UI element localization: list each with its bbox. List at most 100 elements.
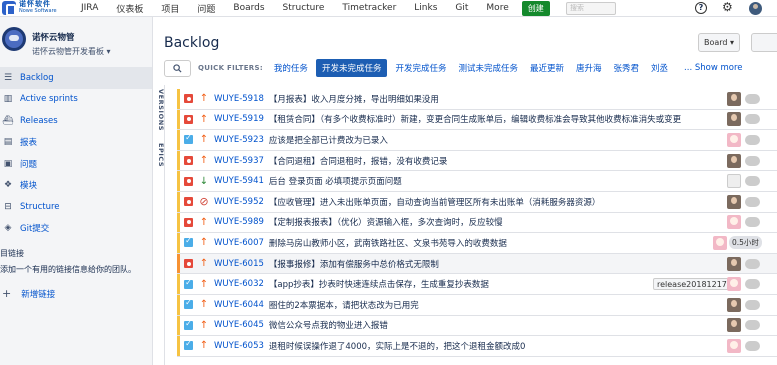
estimate-toggle[interactable] <box>745 196 760 207</box>
issue-row[interactable]: ↑ WUYE-5919 【租赁合同】（有多个收费标准时）新建，变更合同生成账单后，编… <box>177 109 777 131</box>
assignee-avatar[interactable] <box>727 277 741 292</box>
sidebar-item[interactable]: ❖ 模块 <box>0 175 152 197</box>
issue-key-link[interactable]: WUYE-6007 <box>214 238 264 248</box>
help-icon[interactable]: ? <box>695 2 707 14</box>
filter-search-button[interactable] <box>164 59 191 77</box>
more-actions-button[interactable] <box>751 33 777 52</box>
estimate-toggle[interactable] <box>745 155 760 166</box>
issue-row[interactable]: ↑ WUYE-5923 应该是把全部已计费改为已录入 <box>177 130 777 151</box>
issue-row[interactable]: ↑ WUYE-6007 删除马房山教师小区，武南铁路社区、文泉书苑导入的收费数据 0.… <box>177 233 777 254</box>
sidebar-item[interactable]: ⛴ Releases <box>0 110 152 132</box>
show-more-filters-link[interactable]: ... Show more <box>684 63 742 73</box>
quick-filter[interactable]: 最近更新 <box>526 60 568 76</box>
issue-row[interactable]: ↑ WUYE-6053 退租时候误操作退了4000，实际上是不退的，把这个退租金额改… <box>177 336 777 357</box>
estimate-toggle[interactable] <box>745 93 760 104</box>
issue-summary: 删除马房山教师小区，武南铁路社区、文泉书苑导入的收费数据 <box>268 238 507 249</box>
issue-summary: 圈住的2本票据本，请把状态改为已用完 <box>268 300 419 311</box>
sidebar-item[interactable]: ☰ Backlog <box>0 67 152 89</box>
issue-key-link[interactable]: WUYE-5937 <box>214 156 264 166</box>
versions-tab[interactable]: VERSIONS <box>154 89 165 131</box>
issue-row[interactable]: ⊘ WUYE-5952 【应收管理】进入未出账单页面，自动查询当前管理区所有未出账单… <box>177 191 777 213</box>
quick-filter[interactable]: 开发未完成任务 <box>315 59 388 77</box>
quick-filter[interactable]: 唐升海 <box>572 60 606 76</box>
issue-key-link[interactable]: WUYE-6032 <box>214 279 264 289</box>
nav-item[interactable]: Boards <box>224 3 273 13</box>
issue-key-link[interactable]: WUYE-6045 <box>214 320 264 330</box>
sidebar-item[interactable]: ▤ 报表 <box>0 132 152 154</box>
issue-row[interactable]: ↑ WUYE-6044 圈住的2本票据本，请把状态改为已用完 <box>177 294 777 316</box>
nav-item[interactable]: Timetracker <box>333 3 405 13</box>
quick-filter[interactable]: 我的任务 <box>270 60 312 76</box>
quick-filter[interactable]: 开发完成任务 <box>391 60 450 76</box>
board-selector[interactable]: 诺怀云物管开发看板 ▾ <box>32 46 111 57</box>
estimate-toggle[interactable] <box>745 320 760 331</box>
assignee-avatar[interactable] <box>727 256 741 271</box>
gear-icon[interactable]: ⚙ <box>722 0 733 14</box>
estimate-toggle[interactable] <box>745 134 760 145</box>
sidebar-item[interactable]: ◈ Git提交 <box>0 218 152 240</box>
estimate-toggle[interactable] <box>745 340 760 351</box>
quick-filter[interactable]: 刘丞 <box>647 60 672 76</box>
nav-item[interactable]: Links <box>405 3 446 13</box>
issue-row[interactable]: ↑ WUYE-5937 【合同退租】合同退租时，报错，没有收费记录 <box>177 150 777 172</box>
nav-item[interactable]: More <box>477 3 517 13</box>
nav-item[interactable]: 项目 <box>152 2 188 15</box>
assignee-avatar[interactable] <box>727 297 741 312</box>
issue-key-link[interactable]: WUYE-6044 <box>214 300 264 310</box>
issue-summary: 【app抄表】抄表时快速连续点击保存，生成重复抄表数据 <box>268 280 489 291</box>
sidebar-item[interactable]: ▥ Active sprints <box>0 89 152 111</box>
add-link-button[interactable]: + 新增链接 <box>0 287 152 300</box>
board-menu-button[interactable]: Board ▾ <box>698 33 740 52</box>
estimate-toggle[interactable] <box>745 176 760 187</box>
project-avatar-icon[interactable] <box>2 27 26 51</box>
issue-summary: 【应收管理】进入未出账单页面，自动查询当前管理区所有未出账单（消耗服务器资源） <box>268 197 601 208</box>
assignee-avatar[interactable] <box>727 153 741 168</box>
assignee-avatar[interactable] <box>727 318 741 333</box>
project-name[interactable]: 诺怀云物管 <box>32 31 111 43</box>
issue-key-link[interactable]: WUYE-5918 <box>214 94 264 104</box>
nav-item[interactable]: JIRA <box>72 3 107 13</box>
assignee-avatar[interactable] <box>713 235 727 250</box>
assignee-avatar[interactable] <box>727 338 741 353</box>
nav-item[interactable]: 仪表板 <box>107 2 152 15</box>
assignee-avatar[interactable] <box>727 91 741 106</box>
assignee-avatar[interactable] <box>727 215 741 230</box>
issue-key-link[interactable]: WUYE-5989 <box>214 217 264 227</box>
logo-text: 诺怀软件 <box>19 0 51 8</box>
estimate-toggle[interactable] <box>745 217 760 228</box>
issue-row[interactable]: ↑ WUYE-6032 【app抄表】抄表时快速连续点击保存，生成重复抄表数据 rel… <box>177 274 777 295</box>
issue-row[interactable]: ↑ WUYE-6045 微信公众号点我的物业进入报错 <box>177 315 777 337</box>
company-logo[interactable]: 诺怀软件 Nowe Software <box>0 0 72 16</box>
sidebar-item[interactable]: ▣ 问题 <box>0 153 152 175</box>
issue-key-link[interactable]: WUYE-5941 <box>214 176 264 186</box>
issue-key-link[interactable]: WUYE-6015 <box>214 259 264 269</box>
nav-item[interactable]: 问题 <box>188 2 224 15</box>
issue-key-link[interactable]: WUYE-5919 <box>214 114 264 124</box>
issue-row[interactable]: ↑ WUYE-5918 【月报表】收入月度分摊，导出明细如果没用 <box>177 89 777 110</box>
user-avatar[interactable] <box>749 2 762 15</box>
issue-key-link[interactable]: WUYE-5952 <box>214 197 264 207</box>
assignee-avatar[interactable] <box>727 112 741 127</box>
estimate-toggle[interactable] <box>745 279 760 290</box>
issue-key-link[interactable]: WUYE-5923 <box>214 135 264 145</box>
quick-filter[interactable]: 测试未完成任务 <box>454 60 522 76</box>
assignee-avatar[interactable] <box>727 174 741 189</box>
search-input[interactable]: 搜索 <box>566 2 616 15</box>
issue-key-link[interactable]: WUYE-6053 <box>214 341 264 351</box>
assignee-avatar[interactable] <box>727 132 741 147</box>
issue-row[interactable]: ↑ WUYE-5989 【定制报表报表】（优化）资源输入框，多次查询时，反应较慢 <box>177 212 777 234</box>
issue-row[interactable]: ↓ WUYE-5941 后台 登录页面 必填项提示页面问题 <box>177 171 777 192</box>
nav-item[interactable]: Git <box>446 3 477 13</box>
epics-tab[interactable]: EPICS <box>154 143 165 167</box>
plus-icon: + <box>2 287 12 300</box>
quick-filter[interactable]: 张秀君 <box>610 60 644 76</box>
assignee-avatar[interactable] <box>727 194 741 209</box>
nav-item[interactable]: Structure <box>274 3 334 13</box>
estimate-toggle[interactable] <box>745 258 760 269</box>
estimate-toggle[interactable] <box>745 299 760 310</box>
create-button[interactable]: 创建 <box>521 0 550 16</box>
sidebar-item[interactable]: ⊟ Structure <box>0 196 152 218</box>
estimate-toggle[interactable] <box>745 114 760 125</box>
high-priority-icon: ↑ <box>199 216 209 228</box>
issue-row[interactable]: ↑ WUYE-6015 【报事报修】添加有偿服务中总价格式无限制 <box>177 253 777 275</box>
